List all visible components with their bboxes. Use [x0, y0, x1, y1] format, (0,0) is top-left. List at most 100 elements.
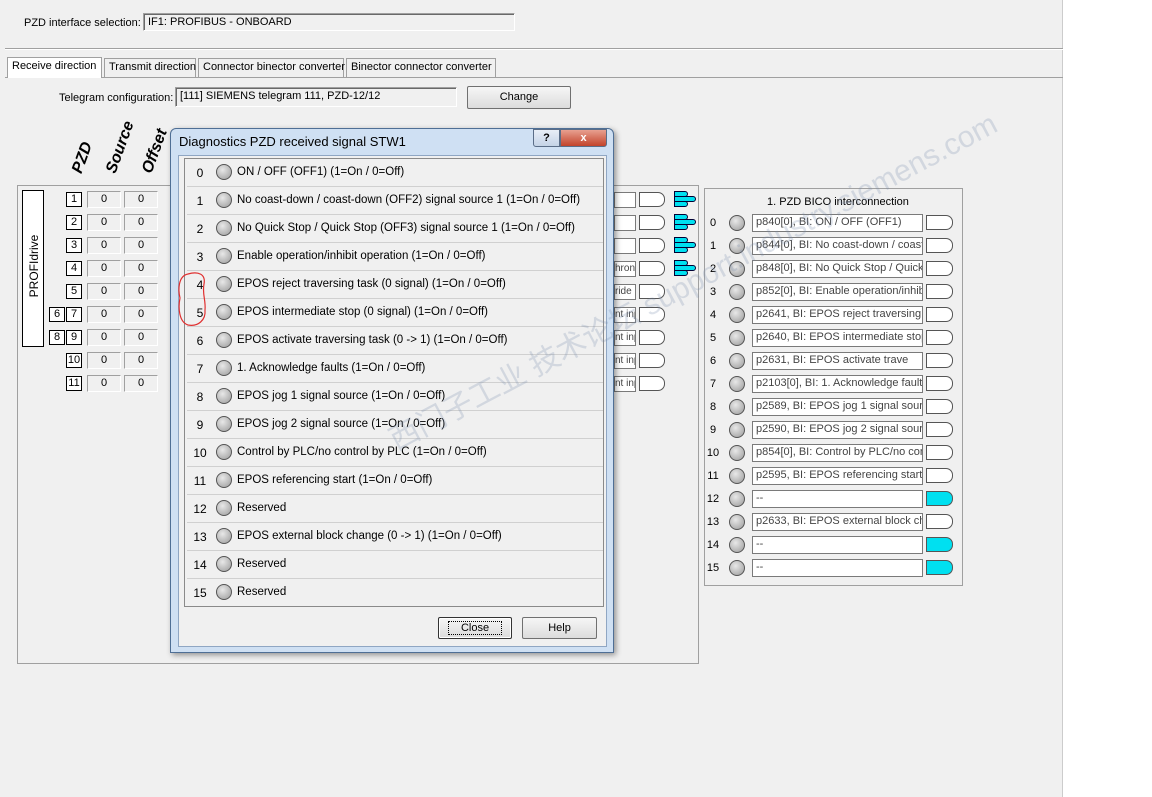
change-button[interactable]: Change: [467, 86, 571, 109]
pzd-source[interactable]: 0: [87, 306, 121, 323]
signal-description: Reserved: [237, 558, 287, 570]
signal-bit-number: 8: [196, 390, 204, 404]
bico-led: [729, 399, 745, 415]
tab-receive-direction[interactable]: Receive direction: [7, 57, 102, 78]
pzd-source[interactable]: 0: [87, 283, 121, 300]
connect-button[interactable]: [639, 238, 665, 253]
signal-row: 12 Reserved: [187, 495, 603, 523]
bico-connect-button[interactable]: [926, 514, 953, 529]
pzd-offset[interactable]: 0: [124, 191, 158, 208]
dialog-close-icon[interactable]: x: [560, 129, 607, 147]
signal-row: 2 No Quick Stop / Quick Stop (OFF3) signa…: [187, 215, 603, 243]
connect-button[interactable]: [639, 192, 665, 207]
bico-field[interactable]: p2589, BI: EPOS jog 1 signal sourc: [752, 398, 923, 416]
pzd-offset[interactable]: 0: [124, 237, 158, 254]
bit-stack-icon: [674, 260, 696, 276]
tab-transmit-direction[interactable]: Transmit direction: [104, 58, 196, 77]
bico-field[interactable]: --: [752, 490, 923, 508]
bico-index: 2: [709, 263, 717, 275]
help-button[interactable]: Help: [522, 617, 597, 639]
bico-field[interactable]: p848[0], BI: No Quick Stop / Quick: [752, 260, 923, 278]
connect-button[interactable]: [639, 353, 665, 368]
bico-connect-button[interactable]: [926, 376, 953, 391]
pzd-source[interactable]: 0: [87, 260, 121, 277]
bico-field[interactable]: p840[0], BI: ON / OFF (OFF1): [752, 214, 923, 232]
bico-field[interactable]: p854[0], BI: Control by PLC/no con: [752, 444, 923, 462]
pzd-source[interactable]: 0: [87, 329, 121, 346]
signal-description: No Quick Stop / Quick Stop (OFF3) signal…: [237, 222, 575, 234]
bico-row: 11 p2595, BI: EPOS referencing start: [705, 466, 963, 489]
source-header: Source: [103, 118, 138, 176]
pzd-offset[interactable]: 0: [124, 214, 158, 231]
signal-description: Reserved: [237, 502, 287, 514]
bico-connect-button[interactable]: [926, 284, 953, 299]
bico-connect-button[interactable]: [926, 307, 953, 322]
connect-button[interactable]: [639, 284, 665, 299]
bico-row: 15 --: [705, 558, 963, 581]
bico-connect-button[interactable]: [926, 215, 953, 230]
signal-led: [216, 472, 232, 488]
bico-connect-button[interactable]: [926, 537, 953, 552]
bico-field[interactable]: p2631, BI: EPOS activate trave: [752, 352, 923, 370]
bico-field[interactable]: --: [752, 559, 923, 577]
bico-index: 13: [706, 516, 720, 528]
tab-border: [5, 77, 1063, 78]
bico-row: 5 p2640, BI: EPOS intermediate stop: [705, 328, 963, 351]
pzd-number: 9: [66, 330, 82, 345]
bico-field[interactable]: p2640, BI: EPOS intermediate stop: [752, 329, 923, 347]
pzd-offset[interactable]: 0: [124, 352, 158, 369]
pzd-number: 2: [66, 215, 82, 230]
signal-bit-number: 15: [193, 586, 207, 600]
pzd-offset[interactable]: 0: [124, 329, 158, 346]
tab-binector-connector-converter[interactable]: Binector connector converter: [346, 58, 496, 77]
bico-field[interactable]: p2103[0], BI: 1. Acknowledge faults: [752, 375, 923, 393]
pzd-source[interactable]: 0: [87, 214, 121, 231]
bico-connect-button[interactable]: [926, 330, 953, 345]
pzd-offset[interactable]: 0: [124, 375, 158, 392]
connect-button[interactable]: [639, 215, 665, 230]
bico-field[interactable]: p2633, BI: EPOS external block ch: [752, 513, 923, 531]
connect-button[interactable]: [639, 261, 665, 276]
pzd-source[interactable]: 0: [87, 352, 121, 369]
bico-connect-button[interactable]: [926, 468, 953, 483]
bico-connect-button[interactable]: [926, 261, 953, 276]
bico-led: [729, 376, 745, 392]
connect-button[interactable]: [639, 330, 665, 345]
signal-description: EPOS jog 1 signal source (1=On / 0=Off): [237, 390, 446, 402]
signal-row: 5 EPOS intermediate stop (0 signal) (1=On…: [187, 299, 603, 327]
bico-field[interactable]: p852[0], BI: Enable operation/inhib: [752, 283, 923, 301]
signal-led: [216, 332, 232, 348]
bico-connect-button[interactable]: [926, 560, 953, 575]
pzd-source[interactable]: 0: [87, 375, 121, 392]
dialog-help-caption-button[interactable]: ?: [533, 129, 560, 147]
signal-led: [216, 304, 232, 320]
bico-connect-button[interactable]: [926, 491, 953, 506]
bico-connect-button[interactable]: [926, 353, 953, 368]
bico-connect-button[interactable]: [926, 445, 953, 460]
bico-connect-button[interactable]: [926, 238, 953, 253]
connect-button[interactable]: [639, 376, 665, 391]
bico-field[interactable]: p2590, BI: EPOS jog 2 signal sourc: [752, 421, 923, 439]
bico-connect-button[interactable]: [926, 399, 953, 414]
partial-field: [614, 192, 636, 208]
close-button[interactable]: Close: [438, 617, 512, 639]
bico-connect-button[interactable]: [926, 422, 953, 437]
pzd-offset[interactable]: 0: [124, 283, 158, 300]
connect-button[interactable]: [639, 307, 665, 322]
pzd-source[interactable]: 0: [87, 191, 121, 208]
pzd-offset[interactable]: 0: [124, 260, 158, 277]
interface-select[interactable]: IF1: PROFIBUS - ONBOARD: [143, 13, 515, 31]
close-button-label: Close: [447, 621, 503, 635]
profidrive-box: PROFIdrive: [22, 190, 44, 347]
pzd-offset[interactable]: 0: [124, 306, 158, 323]
pzd-source[interactable]: 0: [87, 237, 121, 254]
signal-led: [216, 192, 232, 208]
bico-field[interactable]: p2641, BI: EPOS reject traversing t: [752, 306, 923, 324]
signal-bit-number: 10: [193, 446, 207, 460]
bico-field[interactable]: --: [752, 536, 923, 554]
signal-row: 4 EPOS reject traversing task (0 signal) …: [187, 271, 603, 299]
tab-connector-binector-converter[interactable]: Connector binector converter: [198, 58, 345, 77]
bico-field[interactable]: p2595, BI: EPOS referencing start: [752, 467, 923, 485]
bico-index: 11: [707, 470, 719, 482]
bico-field[interactable]: p844[0], BI: No coast-down / coast: [752, 237, 923, 255]
